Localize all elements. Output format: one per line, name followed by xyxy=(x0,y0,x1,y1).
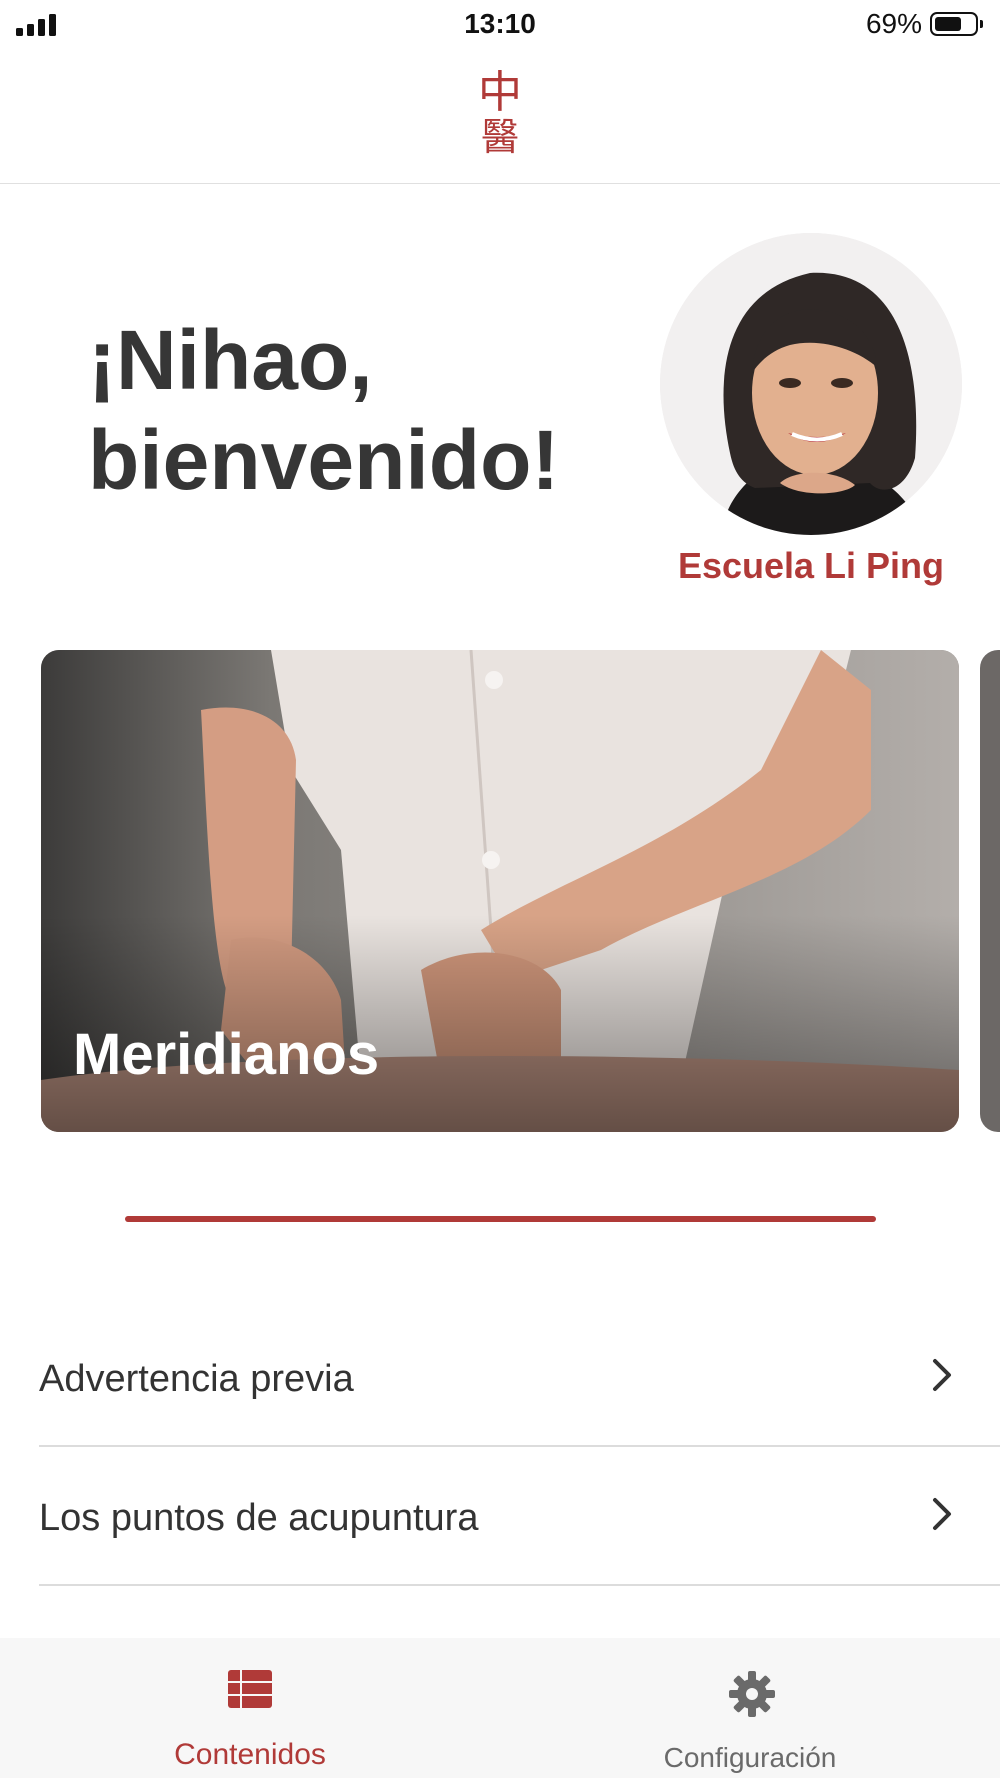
list-item-advertencia-previa[interactable]: Advertencia previa xyxy=(39,1308,1000,1447)
greeting-line-1: ¡Nihao, xyxy=(88,313,373,407)
logo-character-top: 中 xyxy=(478,67,522,118)
battery-fill xyxy=(935,17,961,31)
list-item-label: Advertencia previa xyxy=(39,1358,354,1400)
tab-contenidos[interactable]: Contenidos xyxy=(0,1638,500,1778)
greeting-heading: ¡Nihao, bienvenido! xyxy=(88,310,648,510)
battery-percentage: 69% xyxy=(865,8,922,39)
tab-configuracion[interactable]: Configuración xyxy=(500,1638,1000,1778)
tab-bar: Contenidos Configuración xyxy=(0,1638,1000,1778)
school-name: Escuela Li Ping xyxy=(677,545,945,586)
gear-icon xyxy=(728,1670,776,1723)
carousel-indicator xyxy=(125,1216,876,1222)
chevron-right-icon xyxy=(932,1358,952,1397)
list-item-label: Los puntos de acupuntura xyxy=(39,1497,479,1539)
status-bar: 13:10 69% xyxy=(0,0,1000,52)
carousel-card-next[interactable] xyxy=(980,650,1000,1132)
battery-icon xyxy=(930,12,983,36)
chevron-right-icon xyxy=(932,1497,952,1536)
avatar xyxy=(660,233,962,535)
tab-label: Contenidos xyxy=(174,1738,326,1771)
greeting-line-2: bienvenido! xyxy=(88,413,560,507)
card-title: Meridianos xyxy=(73,1022,380,1087)
tab-label: Configuración xyxy=(663,1742,837,1773)
app-logo: 中 醫 xyxy=(460,67,540,159)
status-time: 13:10 xyxy=(464,8,536,39)
carousel-card-meridianos[interactable]: Meridianos xyxy=(41,650,959,1132)
content-list: Advertencia previa Los puntos de acupunt… xyxy=(0,1308,1000,1586)
list-icon xyxy=(228,1670,272,1713)
logo-character-bottom: 醫 xyxy=(480,115,519,159)
nav-header: 中 醫 xyxy=(0,52,1000,184)
list-item-puntos-acupuntura[interactable]: Los puntos de acupuntura xyxy=(39,1447,1000,1586)
